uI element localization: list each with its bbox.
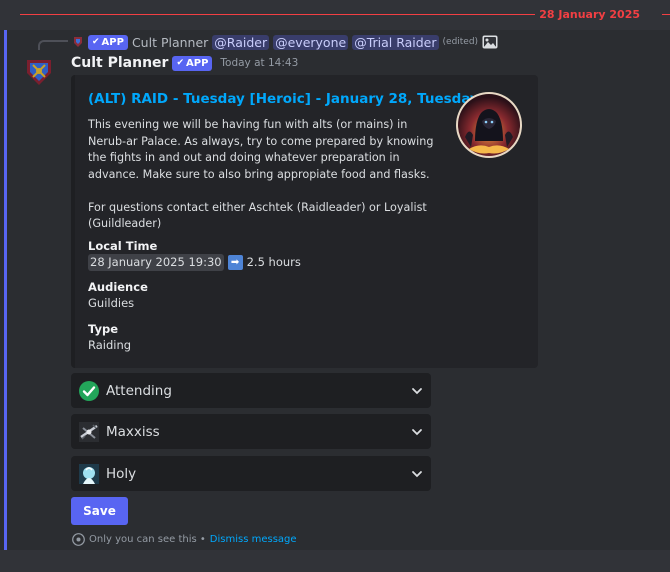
field-local-time: Local Time 28 January 2025 19:30 ➡ 2.5 h… [88,238,301,271]
mention-raider[interactable]: @Raider [212,34,270,50]
field-type-name: Type [88,322,119,336]
divider-line [20,14,552,15]
author-avatar[interactable] [24,56,54,86]
reply-avatar-icon [74,37,82,47]
field-type: Type Raiding [88,321,131,354]
edited-label: (edited) [442,37,479,47]
event-embed: (ALT) RAID - Tuesday [Heroic] - January … [71,75,538,368]
duration-text: 2.5 hours [246,255,301,269]
chevron-down-icon [412,387,422,394]
local-timestamp[interactable]: 28 January 2025 19:30 [88,254,224,271]
dismiss-message-link[interactable]: Dismiss message [210,534,297,545]
field-local-time-name: Local Time [88,239,158,253]
reply-connector [38,40,68,50]
save-button[interactable]: Save [71,497,128,525]
spec-select[interactable]: Holy [71,456,431,491]
character-select[interactable]: Maxxiss [71,414,431,449]
spec-select-value: Holy [106,465,137,482]
field-audience-name: Audience [88,280,148,294]
field-audience: Audience Guildies [88,279,148,312]
attendance-select[interactable]: Attending [71,373,431,408]
divider-line-end [662,14,670,15]
embed-title[interactable]: (ALT) RAID - Tuesday [Heroic] - January … [88,91,479,107]
image-icon [482,35,498,49]
date-divider-label: 28 January 2025 [535,8,644,21]
field-type-value: Raiding [88,338,132,352]
mention-highlight-bar [4,30,7,550]
embed-description: This evening we will be having fun with … [88,117,443,249]
check-circle-icon [79,380,99,401]
arrow-right-icon: ➡ [227,255,243,270]
message-timestamp[interactable]: Today at 14:43 [220,57,298,69]
reply-author[interactable]: Cult Planner [132,35,208,50]
field-local-time-value: 28 January 2025 19:30 ➡ 2.5 hours [88,254,301,271]
date-divider: 28 January 2025 [20,8,670,22]
embed-description-contact: For questions contact either Aschtek (Ra… [88,200,427,231]
character-select-value: Maxxiss [106,423,160,440]
mention-trial-raider[interactable]: @Trial Raider [352,34,439,50]
field-audience-value: Guildies [88,296,135,310]
eye-icon [72,533,85,546]
reply-preview[interactable]: ✔ APP Cult Planner @Raider @everyone @Tri… [72,33,498,51]
ephemeral-notice-text: Only you can see this • [89,534,206,545]
raid-thumbnail[interactable] [455,91,523,159]
embed-description-paragraph: This evening we will be having fun with … [88,118,434,181]
spec-icon [79,463,99,484]
mention-everyone[interactable]: @everyone [273,34,349,50]
chevron-down-icon [412,428,422,435]
class-icon [79,421,99,442]
message-header: Cult Planner ✔ APP Today at 14:43 [71,55,298,71]
attendance-select-value: Attending [106,382,172,399]
chevron-down-icon [412,470,422,477]
author-name[interactable]: Cult Planner [71,55,168,71]
reply-app-badge: ✔ APP [88,34,128,50]
ephemeral-notice: Only you can see this • Dismiss message [72,533,297,546]
app-badge: ✔ APP [172,55,213,71]
